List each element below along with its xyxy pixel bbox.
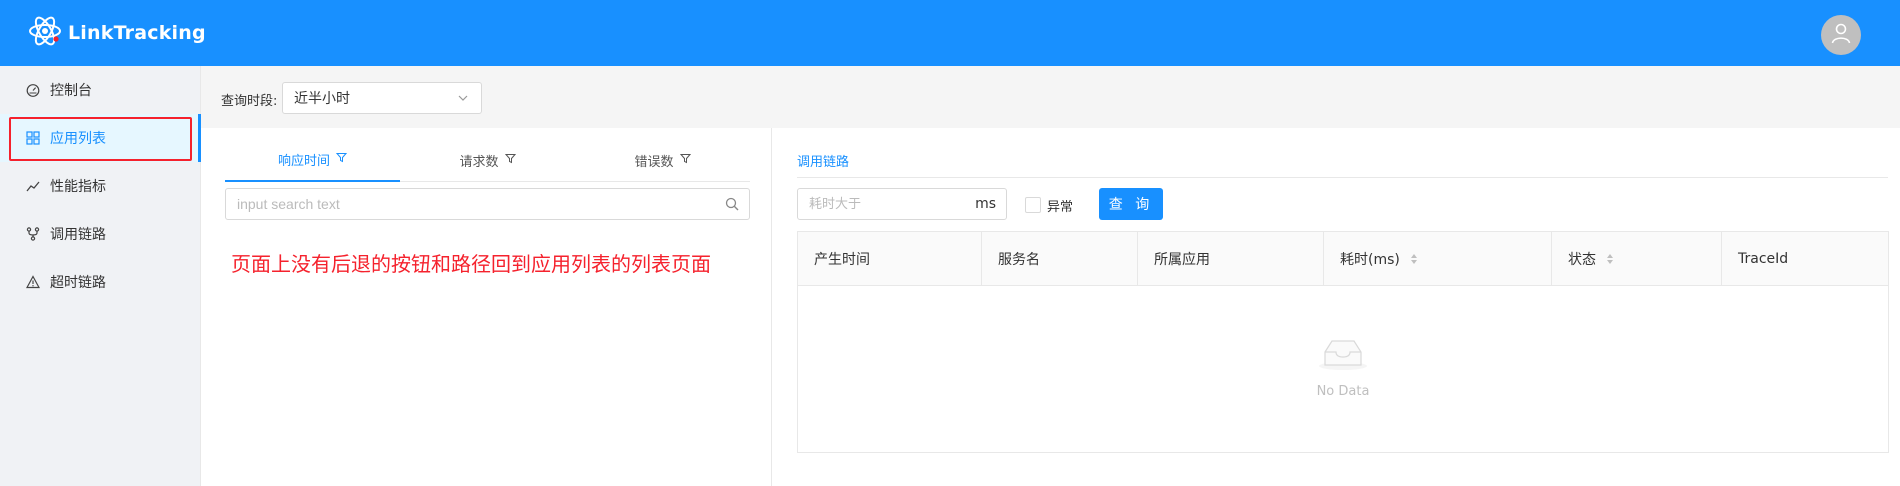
column-header-duration[interactable]: 耗时(ms) bbox=[1324, 232, 1552, 286]
line-chart-icon bbox=[26, 179, 40, 193]
column-header-time: 产生时间 bbox=[798, 232, 982, 286]
sidebar-item-label: 调用链路 bbox=[50, 227, 106, 243]
time-range-value: 近半小时 bbox=[294, 91, 350, 107]
tab-label: 错误数 bbox=[634, 154, 674, 170]
sidebar-item-dashboard[interactable]: 控制台 bbox=[0, 66, 201, 114]
app-search-box bbox=[225, 188, 750, 220]
empty-state: No Data bbox=[798, 332, 1888, 399]
column-label: 耗时(ms) bbox=[1340, 252, 1400, 268]
sort-icon[interactable] bbox=[1410, 253, 1418, 265]
sidebar-item-call-chain[interactable]: 调用链路 bbox=[0, 210, 201, 258]
abnormal-checkbox-label[interactable]: 异常 bbox=[1047, 196, 1073, 215]
filter-bar: 查询时段: 近半小时 bbox=[201, 66, 1900, 128]
cost-unit-suffix: ms bbox=[975, 196, 996, 212]
cost-threshold-input[interactable] bbox=[809, 189, 959, 219]
metric-tabs: 响应时间 请求数 错误数 bbox=[225, 138, 750, 182]
app-search-input[interactable] bbox=[237, 189, 697, 219]
tab-label: 请求数 bbox=[459, 154, 499, 170]
filter-icon[interactable] bbox=[504, 153, 516, 168]
cost-filter: ms bbox=[797, 188, 1007, 220]
main-content: 查询时段: 近半小时 响应时间 请求数 错误数 input search tex… bbox=[201, 66, 1900, 486]
column-header-trace-id: TraceId bbox=[1722, 232, 1888, 286]
column-label: TraceId bbox=[1738, 251, 1789, 267]
tab-error-count[interactable]: 错误数 bbox=[575, 138, 750, 182]
sidebar-item-timeout-chain[interactable]: 超时链路 bbox=[0, 258, 201, 306]
search-icon[interactable] bbox=[725, 197, 739, 215]
sidebar-item-label: 控制台 bbox=[50, 83, 92, 99]
user-icon bbox=[1830, 22, 1852, 48]
chevron-down-icon bbox=[457, 92, 469, 108]
column-header-app: 所属应用 bbox=[1138, 232, 1324, 286]
column-label: 产生时间 bbox=[814, 252, 870, 268]
column-header-service: 服务名 bbox=[982, 232, 1138, 286]
app-logo[interactable]: LinkTracking bbox=[26, 14, 206, 52]
tab-request-count[interactable]: 请求数 bbox=[400, 138, 575, 182]
dashboard-icon bbox=[26, 83, 40, 97]
abnormal-checkbox[interactable] bbox=[1025, 197, 1041, 213]
sidebar-item-label: 性能指标 bbox=[50, 179, 106, 195]
annotation-highlight-box bbox=[9, 117, 192, 161]
time-range-select[interactable]: 近半小时 bbox=[282, 82, 482, 114]
app-title: LinkTracking bbox=[68, 22, 206, 44]
atom-logo-icon bbox=[26, 12, 64, 54]
call-chain-title[interactable]: 调用链路 bbox=[797, 151, 849, 170]
title-divider bbox=[797, 177, 1888, 178]
user-avatar[interactable] bbox=[1821, 15, 1861, 55]
time-range-label: 查询时段: bbox=[221, 94, 278, 109]
column-header-status[interactable]: 状态 bbox=[1552, 232, 1722, 286]
panel-divider bbox=[771, 128, 772, 486]
tab-response-time[interactable]: 响应时间 bbox=[225, 138, 400, 182]
tab-label: 响应时间 bbox=[277, 153, 330, 169]
sidebar-item-label: 超时链路 bbox=[50, 275, 106, 291]
column-label: 服务名 bbox=[998, 252, 1040, 268]
empty-text: No Data bbox=[1316, 384, 1370, 399]
filter-icon[interactable] bbox=[335, 152, 348, 167]
table-header: 产生时间 服务名 所属应用 耗时(ms) 状态 TraceId bbox=[798, 232, 1888, 286]
trace-table: 产生时间 服务名 所属应用 耗时(ms) 状态 TraceId No Data bbox=[797, 231, 1889, 453]
column-label: 所属应用 bbox=[1154, 252, 1210, 268]
sidebar-item-metrics[interactable]: 性能指标 bbox=[0, 162, 201, 210]
annotation-note: 页面上没有后退的按钮和路径回到应用列表的列表页面 bbox=[231, 252, 711, 276]
branches-icon bbox=[26, 227, 40, 241]
warning-icon bbox=[26, 275, 40, 289]
column-label: 状态 bbox=[1568, 252, 1596, 268]
query-button[interactable]: 查 询 bbox=[1099, 188, 1163, 220]
top-header: LinkTracking bbox=[0, 0, 1900, 66]
sort-icon[interactable] bbox=[1606, 253, 1614, 265]
filter-icon[interactable] bbox=[679, 153, 691, 168]
empty-inbox-icon bbox=[1315, 332, 1371, 376]
